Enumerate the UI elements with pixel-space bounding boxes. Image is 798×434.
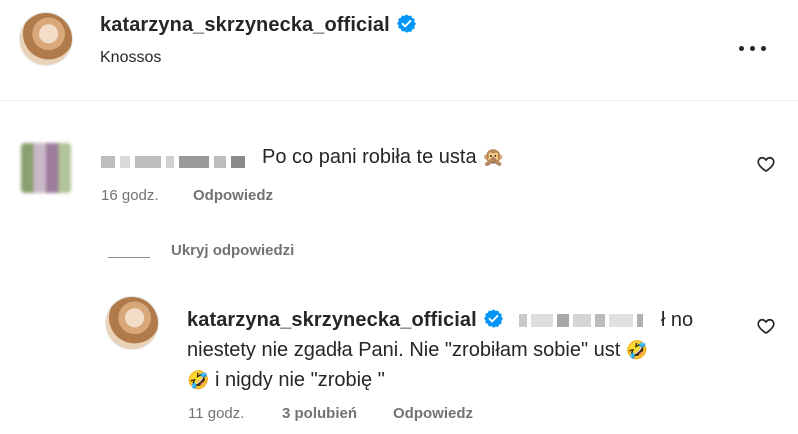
comment-timestamp: 16 godz. bbox=[101, 187, 159, 204]
post-author-username[interactable]: katarzyna_skrzynecka_official bbox=[100, 14, 390, 36]
comment-body: Po co pani robiła te usta bbox=[262, 146, 477, 168]
comment-reply-button[interactable]: Odpowiedz bbox=[193, 187, 273, 204]
reply-author-avatar[interactable] bbox=[106, 297, 158, 349]
hide-replies-button[interactable]: Ukryj odpowiedzi bbox=[171, 242, 294, 259]
reply-body-line-2: niestety nie zgadła Pani. Nie "zrobiłam … bbox=[187, 339, 621, 361]
comment-like-heart-icon[interactable] bbox=[756, 154, 776, 174]
reply-body-start: ł no bbox=[660, 309, 694, 331]
post-author-avatar[interactable] bbox=[20, 13, 72, 65]
reply-text: katarzyna_skrzynecka_official ł no niest… bbox=[187, 305, 727, 395]
reply-line-3: 🤣 i nigdy nie "zrobię " bbox=[187, 365, 727, 395]
more-options-button[interactable] bbox=[736, 38, 776, 54]
reply-body-line-3: i nigdy nie "zrobię " bbox=[214, 369, 385, 391]
reply-line-1: katarzyna_skrzynecka_official ł no bbox=[187, 305, 727, 335]
speak-no-evil-monkey-icon: 🙊 bbox=[482, 147, 505, 167]
reply-like-heart-icon[interactable] bbox=[756, 316, 776, 336]
reply-line-2: niestety nie zgadła Pani. Nie "zrobiłam … bbox=[187, 335, 727, 365]
verified-badge-icon bbox=[483, 309, 503, 328]
verified-badge-icon bbox=[396, 14, 416, 33]
post-location[interactable]: Knossos bbox=[100, 49, 161, 67]
replies-toggle-line bbox=[108, 257, 150, 258]
post-author: katarzyna_skrzynecka_official bbox=[100, 13, 417, 37]
reply-timestamp: 11 godz. bbox=[188, 405, 245, 422]
commenter-username-redacted[interactable] bbox=[101, 153, 251, 171]
comment-text: Po co pani robiła te usta 🙊 bbox=[262, 146, 505, 169]
reply-likes-count[interactable]: 3 polubień bbox=[282, 405, 357, 422]
rolling-on-floor-laughing-icon: 🤣 bbox=[625, 340, 649, 360]
header-divider bbox=[0, 100, 798, 101]
rolling-on-floor-laughing-icon: 🤣 bbox=[187, 370, 210, 390]
mention-redacted[interactable] bbox=[519, 309, 653, 331]
commenter-avatar[interactable] bbox=[21, 143, 71, 193]
more-horizontal-icon bbox=[739, 46, 744, 51]
reply-author-username[interactable]: katarzyna_skrzynecka_official bbox=[187, 309, 477, 331]
reply-reply-button[interactable]: Odpowiedz bbox=[393, 405, 473, 422]
